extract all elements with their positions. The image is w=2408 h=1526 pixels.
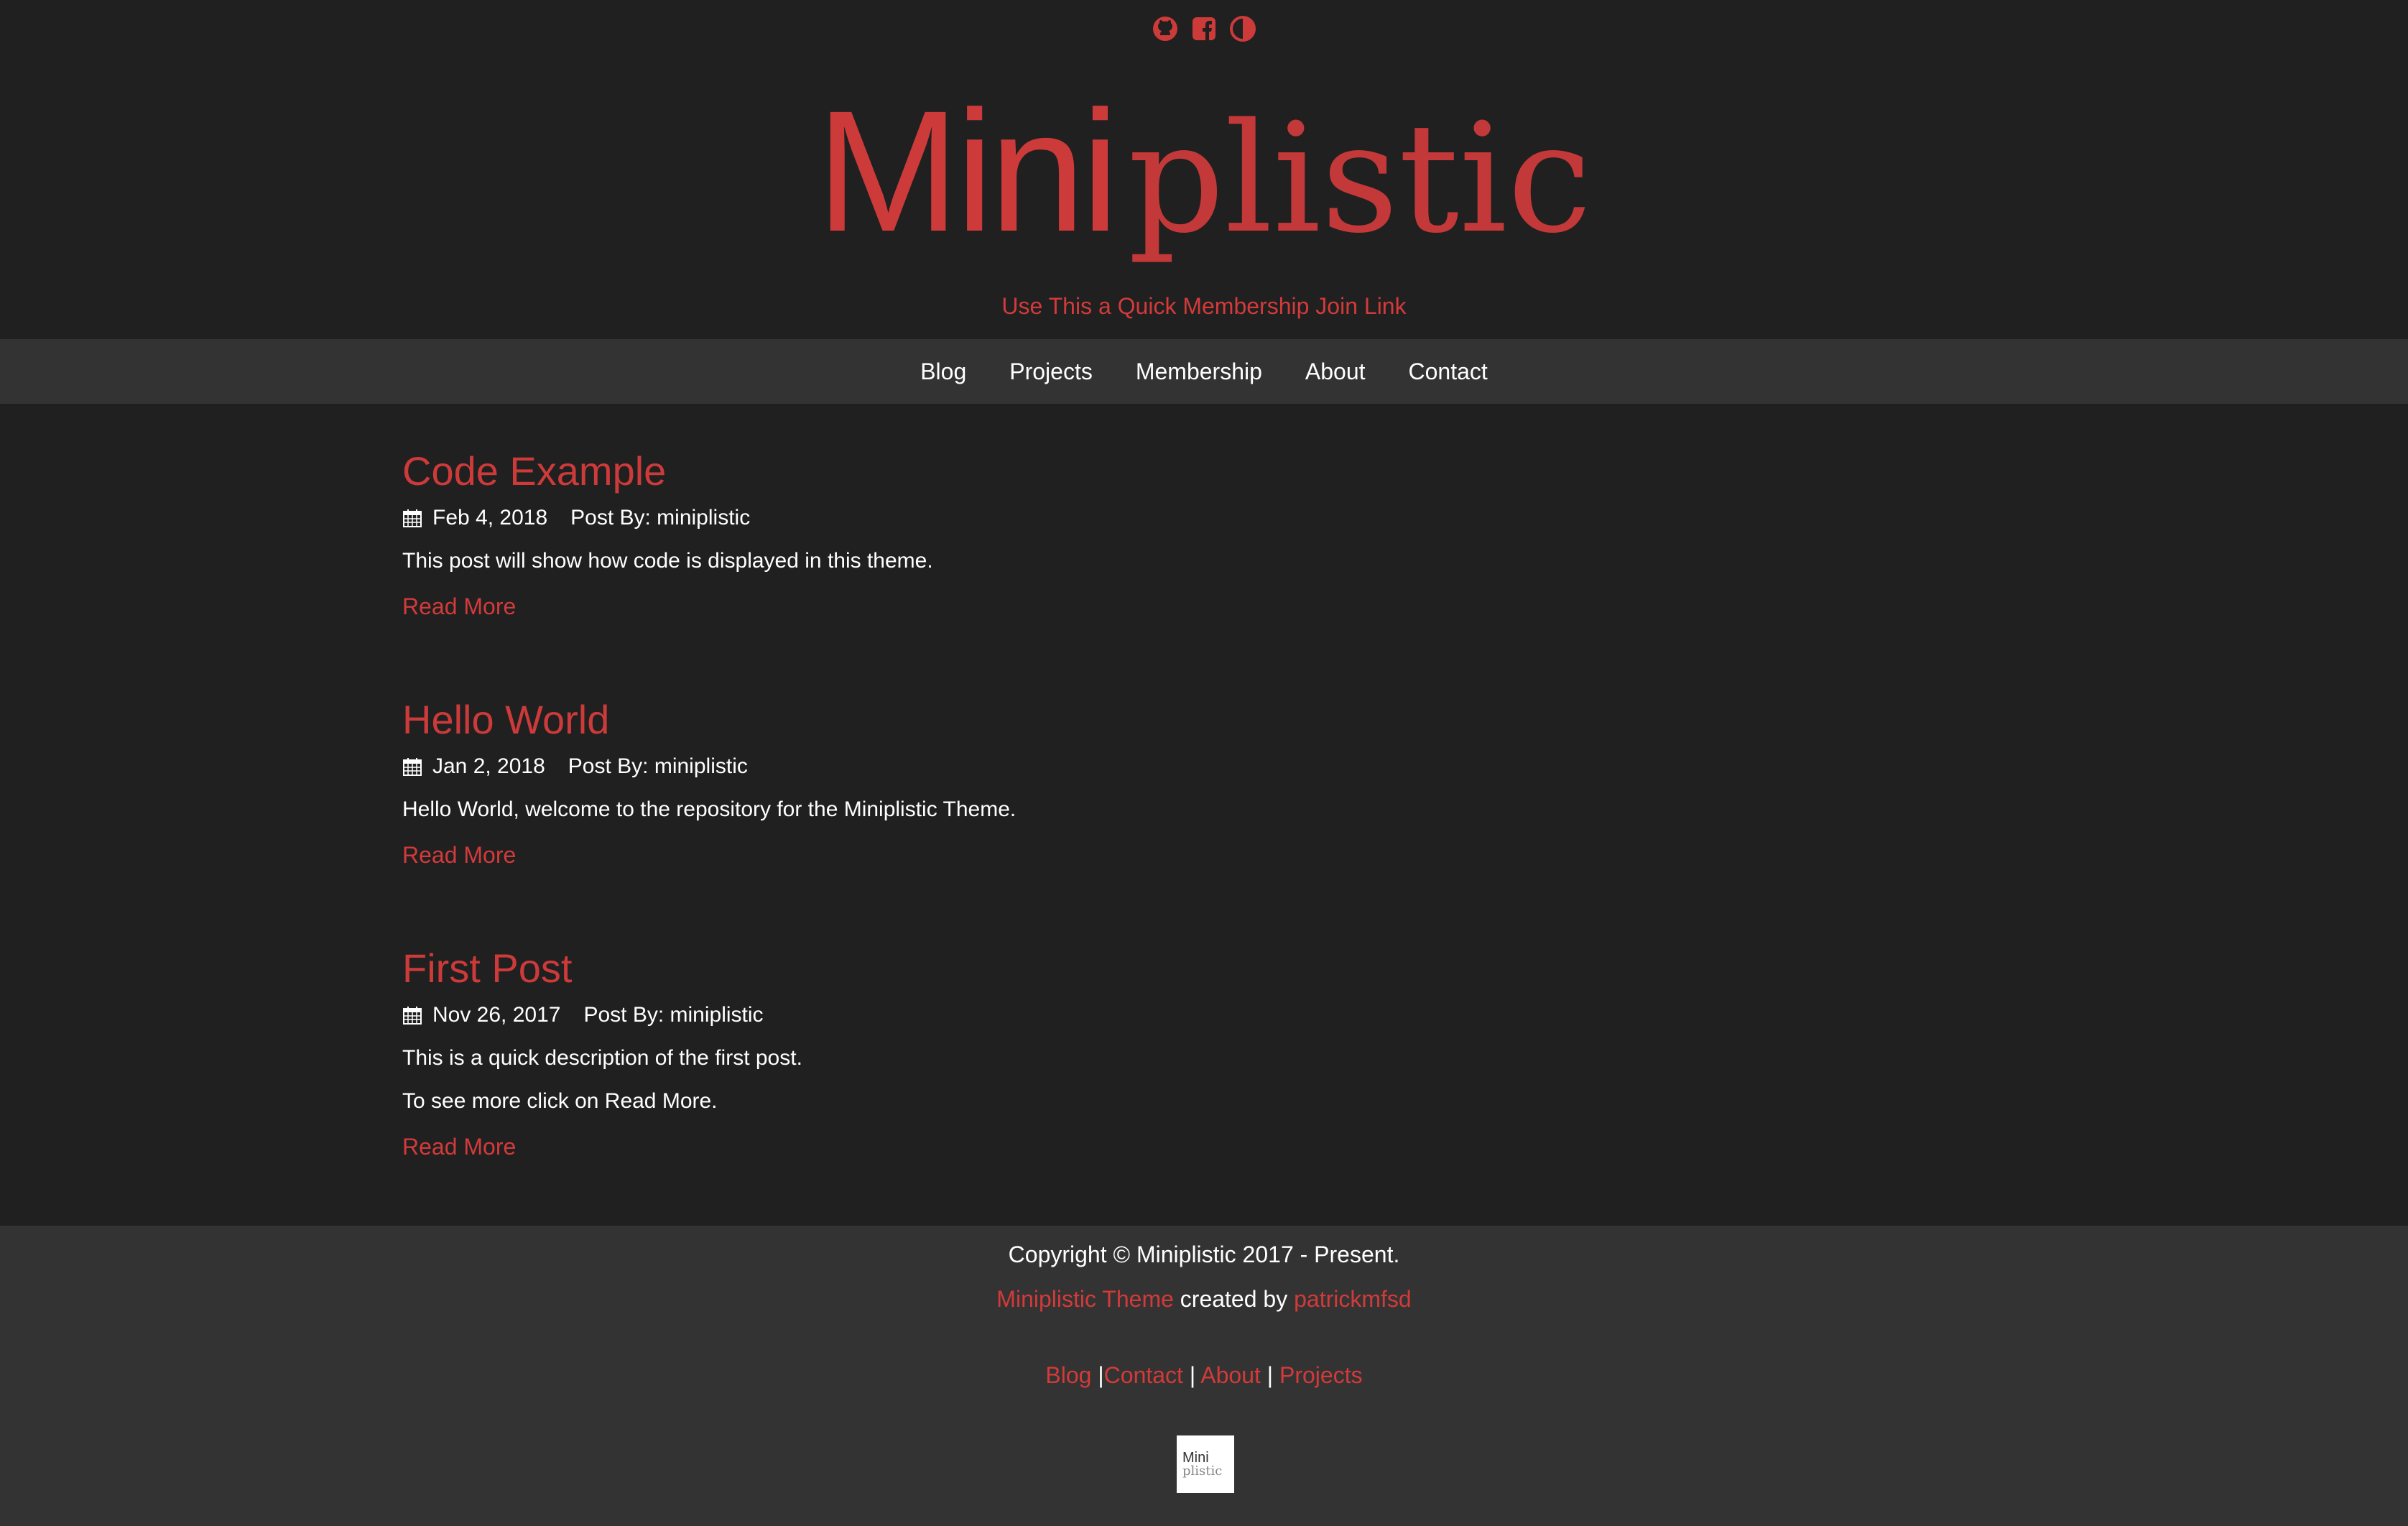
calendar-icon <box>403 758 422 776</box>
post-item: Code Example Feb 4, 2018 Post By: minipl… <box>402 451 2004 619</box>
post-meta: Jan 2, 2018 Post By: miniplistic <box>402 756 2004 777</box>
footer-separator: | <box>1189 1362 1196 1388</box>
membership-join-link[interactable]: Use This a Quick Membership Join Link <box>0 293 2408 320</box>
footer-link-contact[interactable]: Contact <box>1104 1362 1183 1388</box>
post-title: First Post <box>402 948 2004 989</box>
footer-logo-mini: Mini <box>1182 1450 1209 1466</box>
theme-credit: Miniplistic Theme created by patrickmfsd <box>0 1286 2408 1313</box>
adjust-icon[interactable] <box>1228 14 1257 43</box>
footer-logo[interactable]: Mini plistic <box>1177 1435 1234 1493</box>
post-title-link[interactable]: First Post <box>402 945 572 991</box>
social-links <box>0 14 2408 43</box>
site-footer: Copyright © Miniplistic 2017 - Present. … <box>0 1226 2408 1526</box>
post-list: Code Example Feb 4, 2018 Post By: minipl… <box>402 404 2004 1226</box>
footer-logo-plistic: plistic <box>1182 1463 1223 1479</box>
post-date: Jan 2, 2018 <box>432 754 545 778</box>
post-meta: Nov 26, 2017 Post By: miniplistic <box>402 1004 2004 1026</box>
post-item: Hello World Jan 2, 2018 Post By: minipli… <box>402 700 2004 867</box>
nav-item-blog[interactable]: Blog <box>920 359 966 385</box>
post-title-link[interactable]: Hello World <box>402 697 609 742</box>
site-header: Miniplistic Use This a Quick Membership … <box>0 0 2408 339</box>
footer-link-projects[interactable]: Projects <box>1279 1362 1363 1388</box>
footer-separator: | <box>1266 1362 1274 1388</box>
calendar-icon <box>403 509 422 527</box>
footer-link-blog[interactable]: Blog <box>1045 1362 1091 1388</box>
nav-item-contact[interactable]: Contact <box>1409 359 1488 385</box>
footer-links: Blog |Contact | About | Projects <box>0 1362 2408 1389</box>
main-navigation: Blog Projects Membership About Contact <box>0 339 2408 404</box>
post-title-link[interactable]: Code Example <box>402 448 666 494</box>
post-date: Feb 4, 2018 <box>432 506 548 530</box>
read-more-link[interactable]: Read More <box>402 843 2004 866</box>
post-meta: Feb 4, 2018 Post By: miniplistic <box>402 507 2004 529</box>
post-date: Nov 26, 2017 <box>432 1003 561 1027</box>
site-logo[interactable]: Miniplistic <box>0 85 2408 257</box>
nav-item-projects[interactable]: Projects <box>1009 359 1093 385</box>
calendar-icon <box>403 1007 422 1025</box>
post-item: First Post Nov 26, 2017 Post By: minipli… <box>402 948 2004 1159</box>
read-more-link[interactable]: Read More <box>402 595 2004 618</box>
post-author: Post By: miniplistic <box>568 754 748 778</box>
credit-text: created by <box>1173 1286 1295 1312</box>
post-description: To see more click on Read More. <box>402 1089 718 1113</box>
post-description: This is a quick description of the first… <box>402 1046 802 1070</box>
nav-item-membership[interactable]: Membership <box>1136 359 1262 385</box>
github-icon[interactable] <box>1151 14 1180 43</box>
post-author: Post By: miniplistic <box>570 506 751 530</box>
footer-link-about[interactable]: About <box>1200 1362 1261 1388</box>
post-description: Hello World, welcome to the repository f… <box>402 797 1017 821</box>
post-title: Code Example <box>402 451 2004 491</box>
post-description: This post will show how code is displaye… <box>402 549 933 573</box>
logo-text-plistic: plistic <box>1128 91 1592 267</box>
post-author: Post By: miniplistic <box>583 1003 764 1027</box>
footer-separator: | <box>1098 1362 1104 1388</box>
nav-item-about[interactable]: About <box>1305 359 1366 385</box>
read-more-link[interactable]: Read More <box>402 1135 2004 1158</box>
logo-text-mini: Mini <box>816 75 1119 267</box>
theme-link[interactable]: Miniplistic Theme <box>996 1286 1174 1312</box>
copyright-text: Copyright © Miniplistic 2017 - Present. <box>1008 1241 1400 1267</box>
post-title: Hello World <box>402 700 2004 740</box>
author-link[interactable]: patrickmfsd <box>1294 1286 1412 1312</box>
facebook-square-icon[interactable] <box>1190 14 1218 43</box>
